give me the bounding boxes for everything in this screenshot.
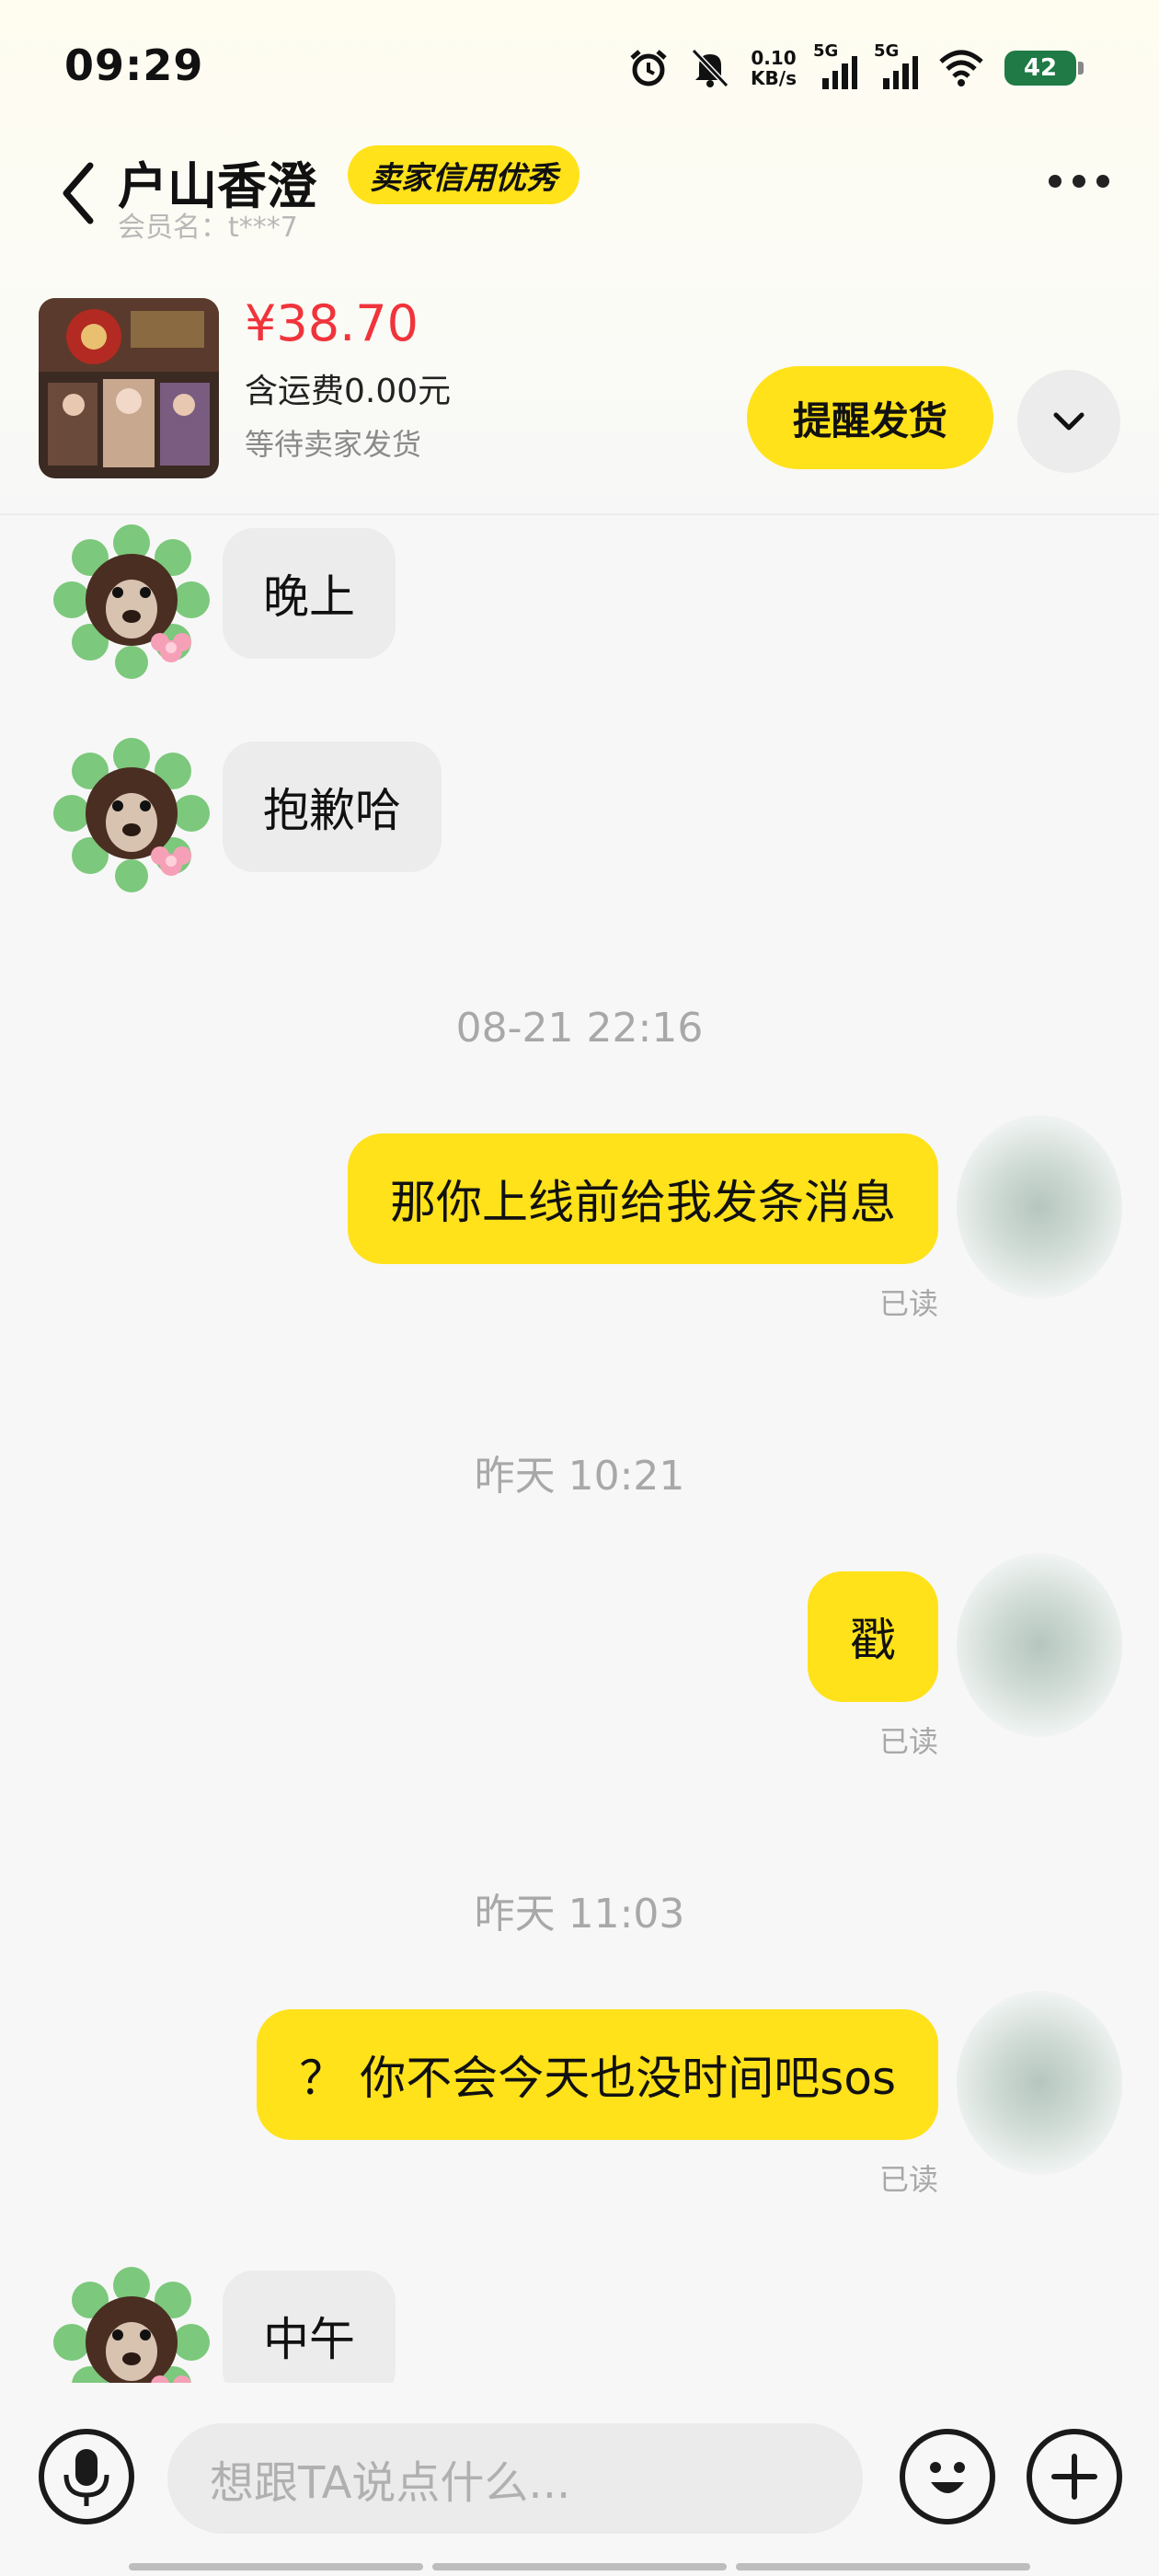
user-avatar[interactable]	[957, 1991, 1122, 2175]
wifi-icon	[939, 50, 983, 86]
read-receipt: 已读	[878, 1724, 938, 1759]
signal-sim1-label: 5G	[813, 41, 839, 61]
signal-sim2-label: 5G	[874, 41, 900, 61]
status-icons: 0.10 KB/s 5G 5G 42	[627, 40, 1084, 96]
message-bubble[interactable]: 抱歉哈	[223, 742, 442, 872]
status-bar: 09:29 0.10 KB/s 5G 5G 42	[0, 0, 1159, 138]
dot	[1073, 175, 1085, 188]
product-card: ¥38.70 含运费0.00元 等待卖家发货 提醒发货	[0, 285, 1159, 515]
signal-sim1: 5G	[813, 41, 857, 89]
message-input[interactable]: 想跟TA说点什么...	[167, 2423, 863, 2534]
network-speed-unit: KB/s	[751, 67, 797, 89]
chevron-down-icon	[1053, 412, 1084, 431]
read-receipt: 已读	[878, 2162, 938, 2197]
read-receipt: 已读	[878, 1286, 938, 1321]
message-bubble[interactable]: 那你上线前给我发条消息	[348, 1133, 938, 1264]
message-bubble[interactable]: ？ 你不会今天也没时间吧sos	[257, 2009, 938, 2140]
seller-avatar[interactable]	[53, 738, 210, 894]
signal-sim2: 5G	[874, 41, 918, 89]
microphone-icon	[63, 2449, 109, 2506]
emoji-button[interactable]	[900, 2429, 995, 2524]
dot	[1096, 175, 1109, 188]
time-divider: 08-21 22:16	[455, 1005, 704, 1052]
expand-button[interactable]	[1017, 370, 1120, 473]
dot	[1049, 175, 1061, 188]
network-speed: 0.10 KB/s	[751, 48, 797, 88]
plus-icon	[1051, 2454, 1097, 2500]
status-time: 09:29	[64, 40, 204, 90]
alarm-icon	[630, 50, 667, 86]
message-list[interactable]: 晚上 抱歉哈 08-21 22:16 那你上线前给我发条消息 已读 昨天 10:…	[0, 517, 1159, 2383]
back-arrow-icon[interactable]	[53, 156, 109, 230]
seller-avatar[interactable]	[53, 524, 210, 681]
time-divider: 昨天 11:03	[474, 1891, 685, 1938]
battery-indicator: 42	[1004, 51, 1084, 86]
chat-header: 户山香澄 卖家信用优秀 会员名：t***7	[0, 138, 1159, 248]
message-bubble[interactable]: 晚上	[223, 528, 396, 659]
credit-badge: 卖家信用优秀	[348, 145, 580, 204]
message-bubble[interactable]: 中午	[223, 2271, 396, 2383]
emoji-icon	[930, 2462, 965, 2493]
user-avatar[interactable]	[957, 1115, 1122, 1299]
plus-button[interactable]	[1027, 2429, 1122, 2524]
voice-button[interactable]	[39, 2429, 134, 2524]
order-status: 等待卖家发货	[245, 427, 422, 462]
user-avatar[interactable]	[957, 1553, 1122, 1737]
shipping-fee: 含运费0.00元	[245, 373, 452, 410]
product-thumbnail[interactable]	[39, 298, 219, 478]
seller-avatar[interactable]	[53, 2267, 210, 2383]
time-divider: 昨天 10:21	[474, 1453, 685, 1500]
message-bubble[interactable]: 戳	[808, 1571, 938, 1702]
network-speed-value: 0.10	[751, 47, 797, 69]
bell-off-icon	[691, 48, 729, 88]
home-indicator	[129, 2563, 1030, 2570]
input-bar: 想跟TA说点什么...	[0, 2383, 1159, 2576]
member-name: 会员名：t***7	[118, 212, 298, 244]
remind-ship-button[interactable]: 提醒发货	[747, 366, 993, 469]
more-dots-icon[interactable]	[1049, 175, 1109, 188]
product-price: ¥38.70	[245, 294, 419, 352]
